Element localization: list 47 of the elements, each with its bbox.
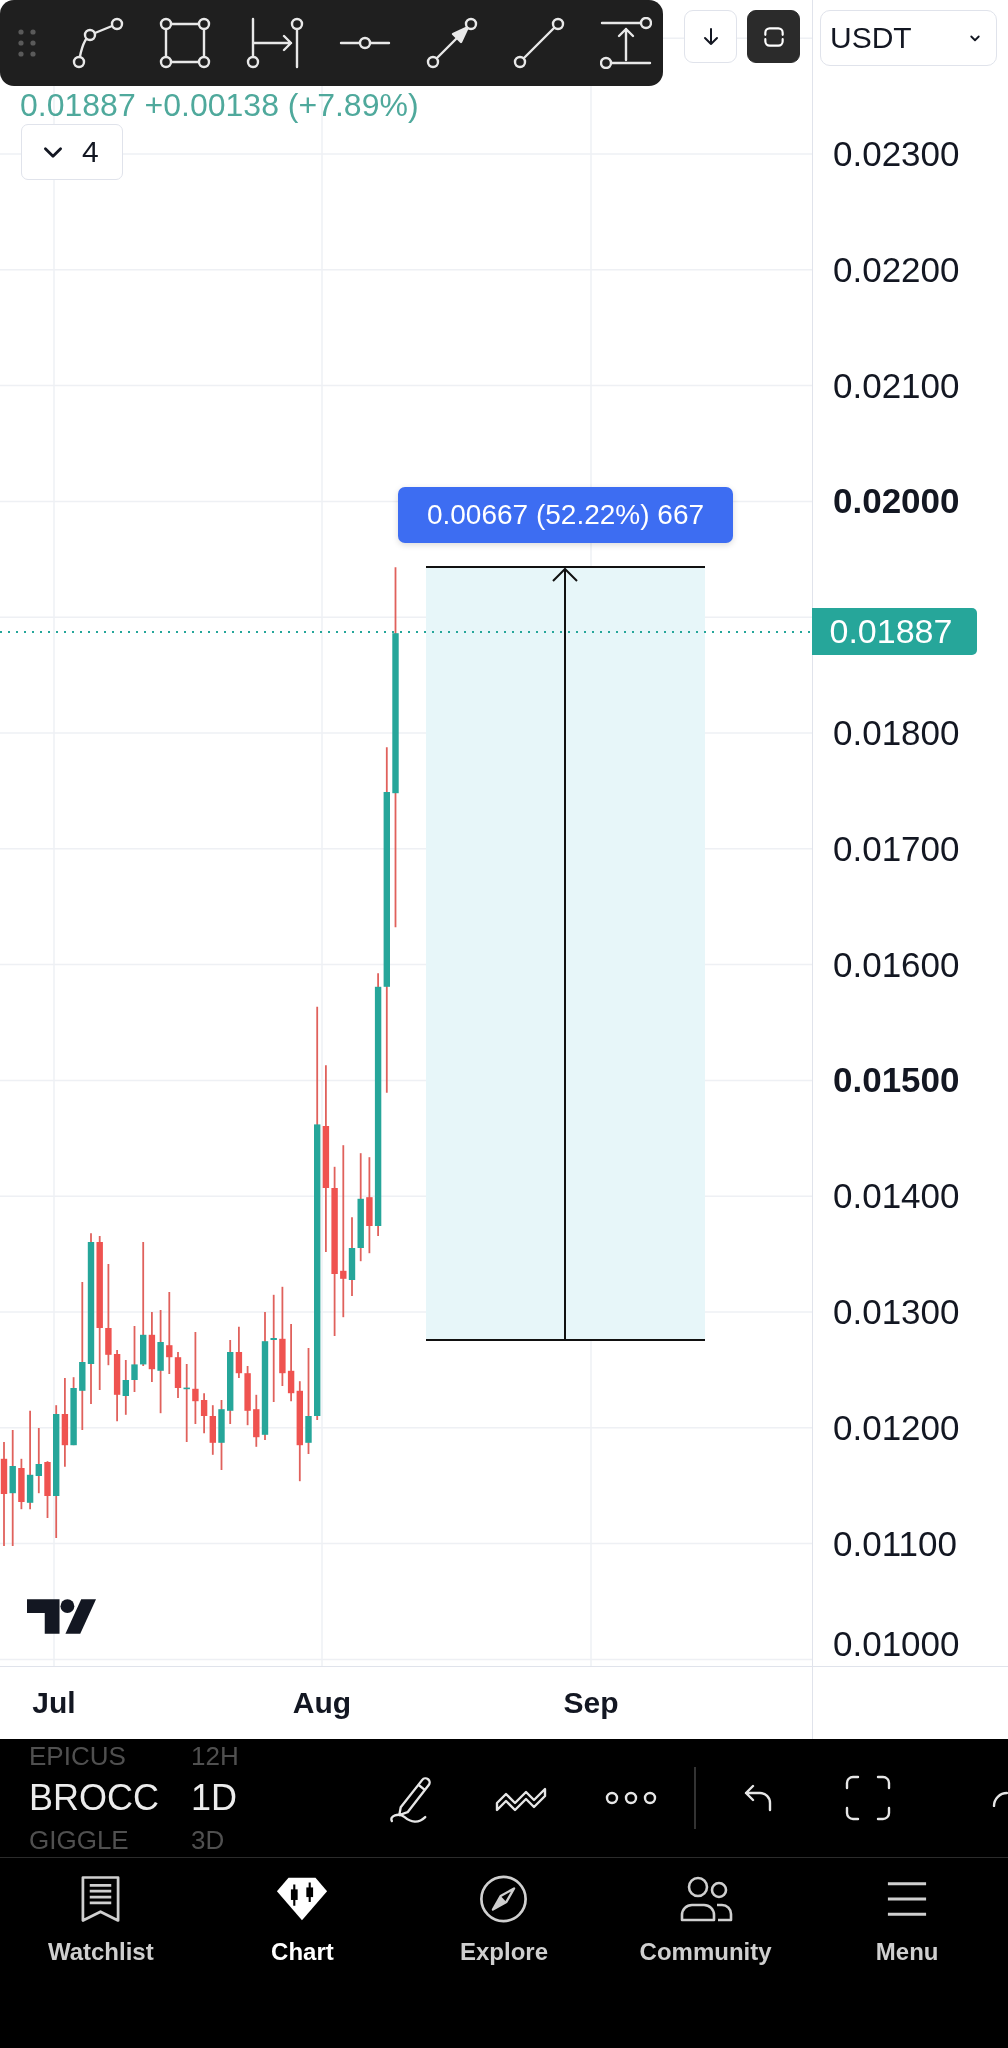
month-label: Jul <box>32 1685 76 1721</box>
price-label: 0.01200 <box>833 1407 960 1448</box>
price-label: 0.01600 <box>833 944 960 985</box>
drag-handle-icon[interactable] <box>18 28 37 58</box>
polyline-icon[interactable] <box>72 17 124 69</box>
drawing-mode-button[interactable] <box>747 10 800 63</box>
price-label: 0.02300 <box>833 134 960 174</box>
rectangle-icon[interactable] <box>159 17 211 69</box>
candle <box>131 1325 138 1393</box>
measure-label: 0.00667 (52.22%) 667 <box>398 487 733 543</box>
candle <box>218 1399 225 1471</box>
price-label: 0.01100 <box>833 1523 957 1564</box>
price-label: 0.02100 <box>833 365 960 406</box>
symbol-option[interactable]: BROCC <box>29 1773 159 1823</box>
date-range-icon[interactable] <box>246 17 304 69</box>
scroll-down-button[interactable] <box>684 10 737 63</box>
indicators-toggle[interactable]: 4 <box>21 124 123 180</box>
currency-select[interactable]: USDT <box>820 10 997 66</box>
price-label: 0.01000 <box>833 1624 960 1664</box>
price-label: 0.02200 <box>833 249 960 290</box>
undo-icon[interactable] <box>742 1783 774 1813</box>
last-price-tag: 0.01887 <box>811 608 977 655</box>
price-label: 0.01300 <box>833 1292 960 1332</box>
interval-option[interactable]: 1D <box>191 1773 238 1823</box>
month-label: Aug <box>292 1685 352 1721</box>
price-label: 0.02000 <box>833 481 960 522</box>
logo-icon <box>27 1599 96 1634</box>
candle <box>44 1460 51 1519</box>
compass-icon <box>478 1874 530 1924</box>
price-label: 0.01500 <box>833 1060 960 1101</box>
more-icon[interactable] <box>605 1791 657 1805</box>
price-label: 0.01800 <box>833 713 960 753</box>
nav-tab[interactable]: Community <box>604 1858 807 1970</box>
price-range-icon[interactable] <box>600 17 652 69</box>
nav-tab[interactable]: Watchlist <box>0 1858 202 1970</box>
nav-tab[interactable]: Chart <box>201 1858 404 1970</box>
quote-text: 0.01887 +0.00138 (+7.89%) <box>20 87 419 123</box>
price-label: 0.01400 <box>833 1176 960 1217</box>
arrow-icon[interactable] <box>426 17 478 69</box>
price-label: 0.01700 <box>833 828 960 869</box>
people-icon <box>678 1874 733 1924</box>
month-label: Sep <box>563 1685 619 1721</box>
nav-tab[interactable]: Explore <box>403 1858 605 1970</box>
nav-tab[interactable]: Menu <box>806 1858 1008 1970</box>
fullscreen-icon[interactable] <box>844 1774 892 1822</box>
arc-icon[interactable] <box>992 1791 1008 1807</box>
trend-line-icon[interactable] <box>513 17 565 69</box>
